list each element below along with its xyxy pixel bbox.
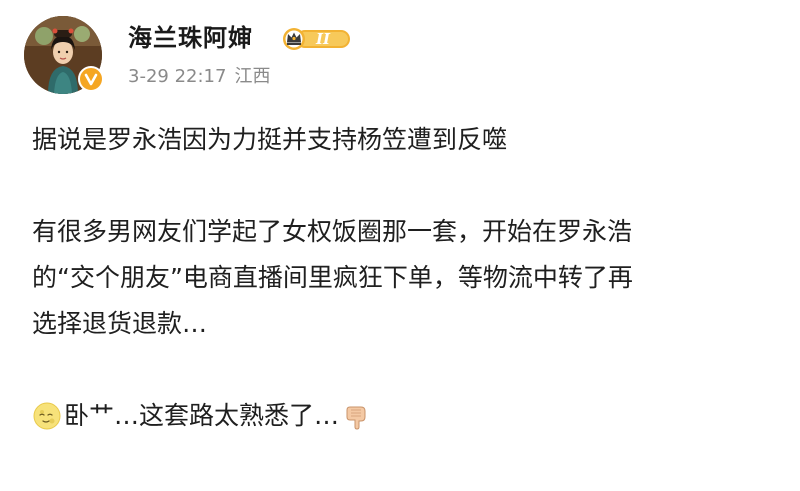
post-paragraph-line: 选择退货退款…: [32, 309, 208, 338]
pointing-hand-icon: [346, 406, 366, 430]
user-name[interactable]: 海兰珠阿婶: [128, 22, 253, 54]
vip-level-badge[interactable]: II: [282, 27, 352, 51]
post-paragraph: 据说是罗永浩因为力挺并支持杨笠遭到反噬: [32, 125, 508, 154]
moon-face-icon: [33, 402, 61, 430]
post-paragraph-line: 有很多男网友们学起了女权饭圈那一套，开始在罗永浩: [32, 217, 633, 246]
post-header: 海兰珠阿婶 II 3-29 22:17 江西: [0, 0, 800, 110]
vip-level-text: II: [316, 30, 331, 48]
verified-badge: [78, 66, 104, 92]
post-paragraph-line: 的“交个朋友”电商直播间里疯狂下单，等物流中转了再: [32, 263, 633, 292]
post-date: 3-29 22:17: [128, 66, 227, 87]
post-meta: 3-29 22:17 江西: [128, 64, 278, 90]
post-paragraph-with-emoji: 卧艹…这套路太熟悉了…: [32, 393, 782, 439]
post-closing-text: 卧艹…这套路太熟悉了…: [64, 401, 340, 430]
post-location: 江西: [234, 66, 271, 87]
post-body: 据说是罗永浩因为力挺并支持杨笠遭到反噬 有很多男网友们学起了女权饭圈那一套，开始…: [32, 110, 782, 439]
user-avatar-container[interactable]: [24, 16, 104, 94]
verified-v-icon: [84, 73, 98, 86]
